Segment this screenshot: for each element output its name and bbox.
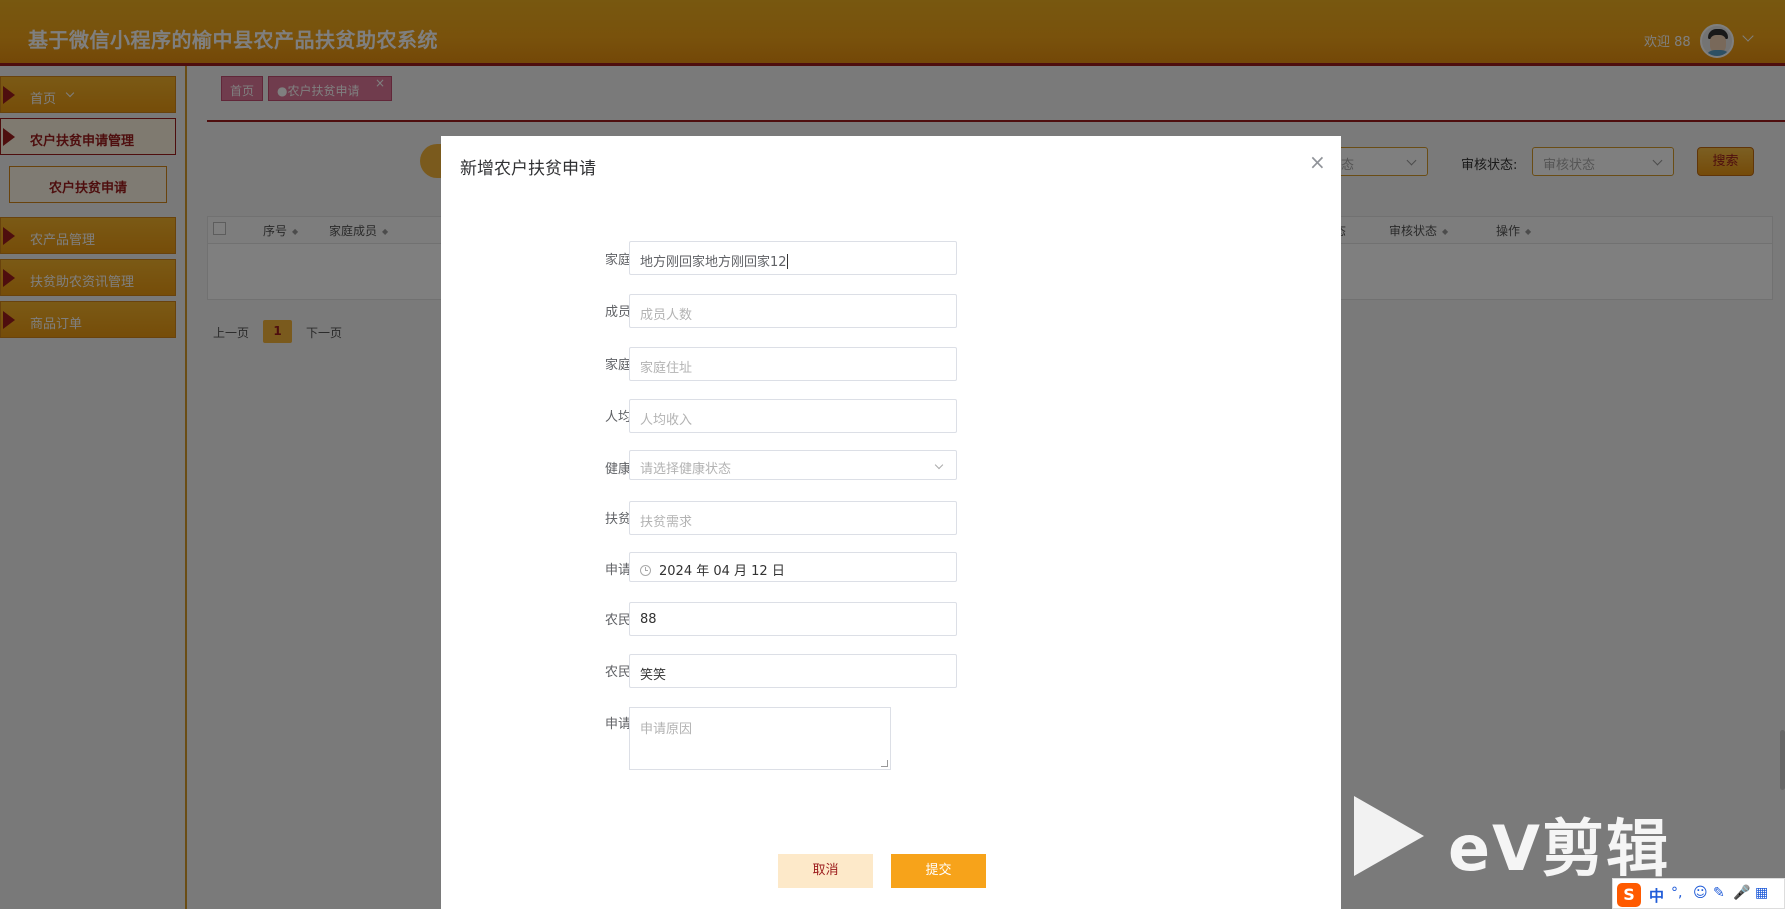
ev-watermark: eV剪辑 bbox=[1350, 796, 1760, 885]
add-application-dialog: 新增农户扶贫申请 × 家庭成员 地方刚回家地方刚回家12 成员人数 成员人数 家… bbox=[441, 136, 1341, 909]
application-date-picker[interactable]: 2024 年 04 月 12 日 bbox=[629, 552, 957, 582]
home-address-input[interactable]: 家庭住址 bbox=[629, 347, 957, 381]
watermark-text: eV剪辑 bbox=[1448, 812, 1671, 885]
farmer-account-input[interactable]: 88 bbox=[629, 602, 957, 636]
ime-mode-toggle[interactable]: 中 bbox=[1649, 885, 1664, 906]
page-scrollbar[interactable] bbox=[1780, 730, 1785, 790]
grid-icon[interactable]: ▦ bbox=[1755, 885, 1768, 901]
health-status-select[interactable]: 请选择健康状态 bbox=[629, 450, 957, 480]
emoji-icon[interactable]: ☺ bbox=[1693, 885, 1708, 901]
family-members-input[interactable]: 地方刚回家地方刚回家12 bbox=[629, 241, 957, 275]
farmer-name-input[interactable]: 笑笑 bbox=[629, 654, 957, 688]
sogou-logo-icon[interactable]: S bbox=[1617, 883, 1641, 907]
cancel-button[interactable]: 取消 bbox=[778, 854, 873, 888]
application-reason-textarea[interactable]: 申请原因 bbox=[629, 707, 891, 770]
resize-handle-icon[interactable] bbox=[881, 760, 888, 767]
chevron-down-icon bbox=[934, 460, 944, 470]
dialog-title: 新增农户扶贫申请 bbox=[460, 159, 596, 179]
microphone-icon[interactable]: 🎤 bbox=[1733, 885, 1750, 901]
punctuation-icon[interactable]: °, bbox=[1671, 885, 1682, 901]
per-capita-income-input[interactable]: 人均收入 bbox=[629, 399, 957, 433]
ime-toolbar: S 中 °, ☺ ✎ 🎤 ▦ bbox=[1612, 878, 1785, 909]
text-caret bbox=[786, 254, 788, 269]
clock-icon bbox=[640, 565, 651, 576]
pen-icon[interactable]: ✎ bbox=[1713, 885, 1725, 901]
close-icon[interactable]: × bbox=[1309, 150, 1326, 174]
play-icon bbox=[1354, 796, 1424, 876]
submit-button[interactable]: 提交 bbox=[891, 854, 986, 888]
poverty-needs-input[interactable]: 扶贫需求 bbox=[629, 501, 957, 535]
member-count-input[interactable]: 成员人数 bbox=[629, 294, 957, 328]
